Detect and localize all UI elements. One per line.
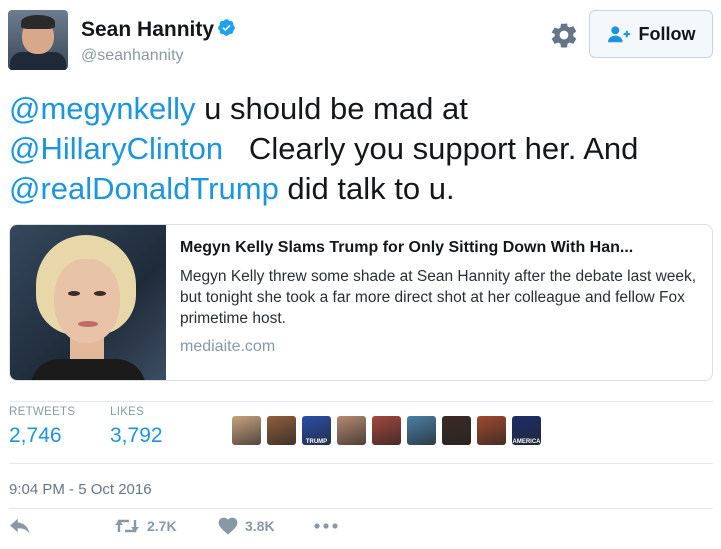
card-thumbnail xyxy=(10,225,166,380)
reply-icon xyxy=(10,518,30,534)
card-body: Megyn Kelly Slams Trump for Only Sitting… xyxy=(180,239,704,356)
retweet-button[interactable]: 2.7K xyxy=(114,517,177,535)
tweet-stats: RETWEETS 2,746 LIKES 3,792 TRUMP AMERICA xyxy=(9,406,713,458)
tweet-text-segment: Clearly you support her. And xyxy=(223,131,647,166)
liker-avatar[interactable] xyxy=(232,416,261,445)
liker-avatar-text: TRUMP xyxy=(305,439,328,445)
card-description: Megyn Kelly threw some shade at Sean Han… xyxy=(180,268,697,327)
liker-avatar-text: AMERICA xyxy=(512,439,541,445)
like-button[interactable]: 3.8K xyxy=(218,517,275,535)
follow-label: Follow xyxy=(638,23,696,44)
retweets-value: 2,746 xyxy=(9,424,62,447)
more-dots-icon xyxy=(314,523,338,529)
liker-avatar[interactable] xyxy=(407,416,436,445)
divider xyxy=(9,401,713,402)
card-title[interactable]: Megyn Kelly Slams Trump for Only Sitting… xyxy=(180,239,704,257)
reply-button[interactable] xyxy=(9,517,38,535)
divider xyxy=(9,463,713,464)
like-count: 3.8K xyxy=(245,518,275,534)
liker-avatar[interactable]: TRUMP xyxy=(302,416,331,445)
mention-link[interactable]: @HillaryClinton xyxy=(9,131,223,166)
add-user-icon xyxy=(607,26,630,43)
liker-avatar[interactable]: AMERICA xyxy=(512,416,541,445)
card-domain: mediaite.com xyxy=(180,338,276,355)
liker-avatar[interactable] xyxy=(477,416,506,445)
retweets-stat[interactable]: RETWEETS 2,746 xyxy=(9,406,75,448)
author-name[interactable]: Sean Hannity xyxy=(81,18,214,41)
gear-icon[interactable] xyxy=(549,20,579,50)
more-button[interactable] xyxy=(314,523,345,529)
likes-label: LIKES xyxy=(110,406,145,418)
liker-avatar[interactable] xyxy=(337,416,366,445)
likes-stat[interactable]: LIKES 3,792 xyxy=(110,406,163,448)
author-avatar[interactable] xyxy=(8,10,68,70)
retweet-icon xyxy=(115,519,139,533)
tweet-actions: 2.7K 3.8K xyxy=(9,513,713,545)
tweet-text-segment: did talk to u. xyxy=(278,171,455,206)
liker-avatar[interactable] xyxy=(372,416,401,445)
divider xyxy=(9,508,713,509)
tweet-text-segment: u should be mad at xyxy=(195,91,468,126)
follow-button[interactable]: Follow xyxy=(589,10,713,58)
liker-avatar[interactable] xyxy=(442,416,471,445)
likers-strip: TRUMP AMERICA xyxy=(232,416,541,445)
link-card[interactable]: Megyn Kelly Slams Trump for Only Sitting… xyxy=(9,224,713,381)
liker-avatar[interactable] xyxy=(267,416,296,445)
likes-value: 3,792 xyxy=(110,424,163,447)
heart-icon xyxy=(218,517,238,535)
retweet-count: 2.7K xyxy=(147,518,177,534)
retweets-label: RETWEETS xyxy=(9,406,76,418)
author-name-row[interactable]: Sean Hannity xyxy=(81,17,236,42)
author-handle[interactable]: @seanhannity xyxy=(81,47,184,65)
tweet-header: Sean Hannity @seanhannity Follow xyxy=(8,8,713,72)
verified-badge-icon xyxy=(218,19,235,36)
tweet-timestamp[interactable]: 9:04 PM - 5 Oct 2016 xyxy=(9,481,152,498)
mention-link[interactable]: @megynkelly xyxy=(9,91,196,126)
mention-link[interactable]: @realDonaldTrump xyxy=(9,171,279,206)
tweet-text: @megynkelly u should be mad at @HillaryC… xyxy=(9,89,709,209)
